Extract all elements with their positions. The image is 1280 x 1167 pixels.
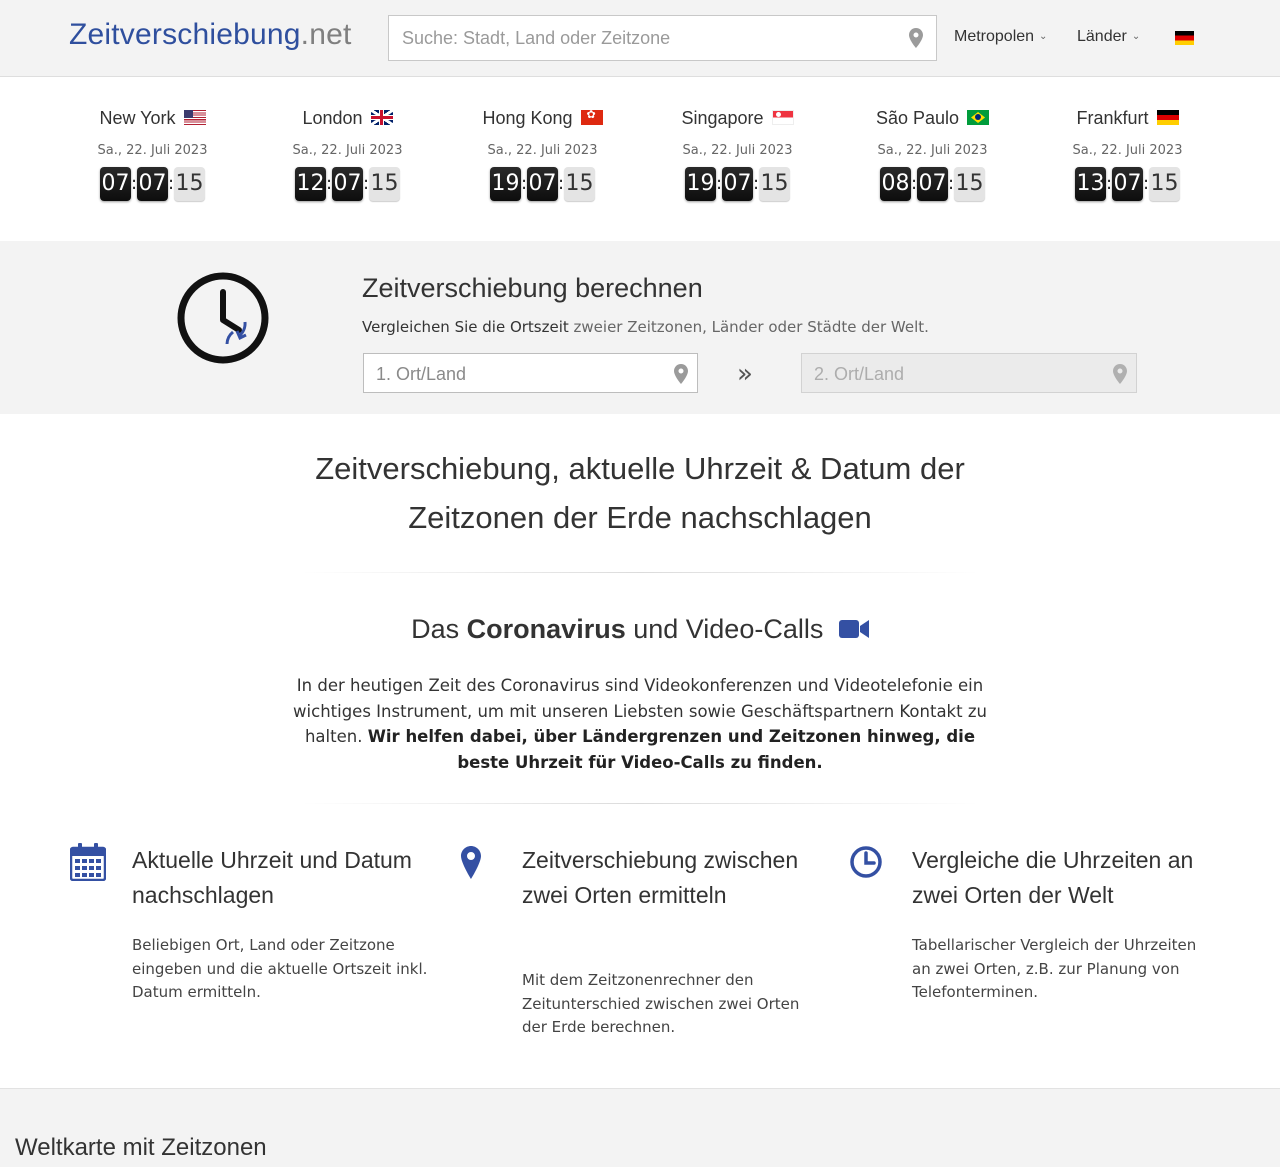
clock-date: Sa., 22. Juli 2023 <box>1072 143 1183 158</box>
page-title: Zeitverschiebung, aktuelle Uhrzeit & Dat… <box>315 451 965 535</box>
flag-uk-icon <box>370 110 393 125</box>
place1-input[interactable]: 1. Ort/Land <box>363 353 698 393</box>
clock-date: Sa., 22. Juli 2023 <box>487 143 598 158</box>
flag-sg-icon <box>771 110 794 125</box>
clock-hours: 19 <box>490 167 521 201</box>
place2-input[interactable]: 2. Ort/Land <box>801 353 1137 393</box>
calculator-subtitle: Vergleichen Sie die Ortszeit zweier Zeit… <box>362 318 929 336</box>
calculator-section: Zeitverschiebung berechnen Vergleichen S… <box>0 241 1280 414</box>
clock-digits: 19:07:15 <box>445 167 640 201</box>
feature-text: Tabellarischer Vergleich der Uhrzeiten a… <box>912 936 1197 1001</box>
site-logo[interactable]: Zeitverschiebung.net <box>69 18 352 52</box>
search-input[interactable]: Suche: Stadt, Land oder Zeitzone <box>388 15 937 61</box>
clock-city: New York <box>55 108 250 134</box>
clock-minutes: 07 <box>137 167 168 201</box>
clock-seconds: 15 <box>1149 167 1180 201</box>
clock-city: Singapore <box>640 108 835 134</box>
clock-card[interactable]: London Sa., 22. Juli 2023 12:07:15 <box>250 108 445 208</box>
clock-minutes: 07 <box>332 167 363 201</box>
map-marker-icon <box>461 846 481 879</box>
clock-hours: 07 <box>100 167 131 201</box>
clock-city: Hong Kong <box>445 108 640 134</box>
clock-hours: 13 <box>1075 167 1106 201</box>
clock-minutes: 07 <box>1112 167 1143 201</box>
nav-laender[interactable]: Länder ⌄ <box>1077 28 1140 46</box>
calculator-title: Zeitverschiebung berechnen <box>362 273 703 303</box>
clock-minutes: 07 <box>722 167 753 201</box>
map-marker-icon <box>674 364 688 384</box>
map-marker-icon <box>1113 364 1127 384</box>
map-marker-icon[interactable] <box>909 28 923 48</box>
clock-date: Sa., 22. Juli 2023 <box>682 143 793 158</box>
chevron-down-icon: ⌄ <box>1131 31 1141 42</box>
clock-hours: 12 <box>295 167 326 201</box>
flag-hk-icon <box>580 108 603 125</box>
clock-city: Frankfurt <box>1030 108 1225 134</box>
corona-text: In der heutigen Zeit des Coronavirus sin… <box>293 676 987 772</box>
clock-card[interactable]: Singapore Sa., 22. Juli 2023 19:07:15 <box>640 108 835 208</box>
search-placeholder: Suche: Stadt, Land oder Zeitzone <box>402 28 671 48</box>
clock-seconds: 15 <box>564 167 595 201</box>
nav-metropolen[interactable]: Metropolen ⌄ <box>954 28 1047 46</box>
clock-digits: 08:07:15 <box>835 167 1030 201</box>
clock-city: São Paulo <box>835 108 1030 134</box>
clock-date: Sa., 22. Juli 2023 <box>97 143 208 158</box>
double-chevron-right-icon: » <box>737 359 753 389</box>
clock-digits: 07:07:15 <box>55 167 250 201</box>
clock-card[interactable]: São Paulo Sa., 22. Juli 2023 08:07:15 <box>835 108 1030 208</box>
clock-card[interactable]: Frankfurt Sa., 22. Juli 2023 13:07:15 <box>1030 108 1225 208</box>
feature-title: Aktuelle Uhrzeit und Datum nachschlagen <box>132 847 412 908</box>
clock-seconds: 15 <box>759 167 790 201</box>
world-clocks: New York Sa., 22. Juli 2023 07:07:15 London… <box>55 108 1225 208</box>
clock-digits: 19:07:15 <box>640 167 835 201</box>
clock-icon <box>850 846 882 878</box>
divider <box>300 572 980 573</box>
section-title: Weltkarte mit Zeitzonen <box>15 1134 267 1161</box>
clock-minutes: 07 <box>527 167 558 201</box>
clock-minutes: 07 <box>917 167 948 201</box>
feature-text: Beliebigen Ort, Land oder Zeitzone einge… <box>132 936 428 1001</box>
flag-de-icon[interactable] <box>1175 31 1194 45</box>
feature-title: Vergleiche die Uhrzeiten an zwei Orten d… <box>912 847 1194 908</box>
clock-seconds: 15 <box>174 167 205 201</box>
divider <box>300 803 980 804</box>
calendar-icon <box>70 843 106 881</box>
flag-de-icon <box>1156 110 1179 125</box>
clock-hours: 19 <box>685 167 716 201</box>
feature-text: Mit dem Zeitzonenrechner den Zeituntersc… <box>522 971 800 1036</box>
clock-hours: 08 <box>880 167 911 201</box>
clock-digits: 12:07:15 <box>250 167 445 201</box>
clock-card[interactable]: Hong Kong Sa., 22. Juli 2023 19:07:15 <box>445 108 640 208</box>
corona-title: Das Coronavirus und Video-Calls <box>0 614 1280 645</box>
clock-date: Sa., 22. Juli 2023 <box>292 143 403 158</box>
site-header: Zeitverschiebung.net Suche: Stadt, Land … <box>0 0 1280 77</box>
clock-seconds: 15 <box>954 167 985 201</box>
video-camera-icon <box>838 620 869 638</box>
flag-us-icon <box>183 110 206 125</box>
flag-br-icon <box>967 110 990 125</box>
clock-city: London <box>250 108 445 134</box>
clock-date: Sa., 22. Juli 2023 <box>877 143 988 158</box>
world-map-section: Weltkarte mit Zeitzonen <box>0 1088 1280 1167</box>
clock-icon <box>177 272 269 364</box>
clock-card[interactable]: New York Sa., 22. Juli 2023 07:07:15 <box>55 108 250 208</box>
chevron-down-icon: ⌄ <box>1039 31 1048 42</box>
clock-digits: 13:07:15 <box>1030 167 1225 201</box>
clock-seconds: 15 <box>369 167 400 201</box>
feature-title: Zeitverschiebung zwischen zwei Orten erm… <box>522 847 799 908</box>
